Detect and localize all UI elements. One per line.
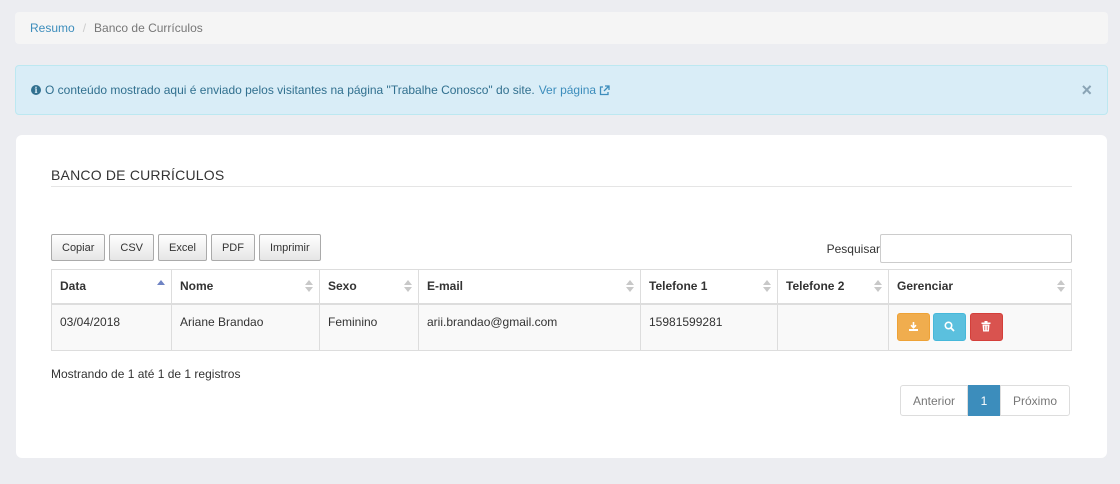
cell-telefone2 xyxy=(777,303,889,351)
download-icon xyxy=(909,322,918,331)
panel-title: BANCO DE CURRÍCULOS xyxy=(51,167,225,183)
sort-icon xyxy=(1057,280,1065,294)
search-label: Pesquisar xyxy=(826,241,880,256)
copy-button[interactable]: Copiar xyxy=(51,234,106,261)
search-box: Pesquisar xyxy=(827,234,1072,263)
col-header-sexo[interactable]: Sexo xyxy=(319,269,419,305)
col-header-label: Nome xyxy=(180,279,214,294)
col-header-telefone1[interactable]: Telefone 1 xyxy=(640,269,778,305)
sort-icon xyxy=(626,280,634,294)
breadcrumb-home-link[interactable]: Resumo xyxy=(30,21,75,35)
print-button[interactable]: Imprimir xyxy=(258,234,321,261)
col-header-label: E-mail xyxy=(427,279,464,294)
cell-telefone1: 15981599281 xyxy=(640,303,778,351)
pdf-button[interactable]: PDF xyxy=(210,234,255,261)
search-input[interactable] xyxy=(880,234,1072,263)
col-header-label: Gerenciar xyxy=(897,279,954,294)
panel-divider xyxy=(51,186,1072,187)
sort-asc-icon xyxy=(157,280,165,294)
curriculos-panel: BANCO DE CURRÍCULOS Copiar CSV Excel PDF… xyxy=(16,135,1107,458)
col-header-telefone2[interactable]: Telefone 2 xyxy=(777,269,889,305)
export-toolbar: Copiar CSV Excel PDF Imprimir xyxy=(51,234,325,261)
external-link-icon xyxy=(599,84,610,95)
alert-text: O conteúdo mostrado aqui é enviado pelos… xyxy=(45,83,535,97)
page-1-button[interactable]: 1 xyxy=(968,385,1000,416)
excel-button[interactable]: Excel xyxy=(158,234,207,261)
col-header-label: Data xyxy=(60,279,87,294)
col-header-email[interactable]: E-mail xyxy=(418,269,641,305)
breadcrumb-separator: / xyxy=(82,21,87,35)
table-row: 03/04/2018 Ariane Brandao Feminino arii.… xyxy=(51,303,1072,351)
curriculos-table: Data Nome Sexo E-mail Telefone 1 Telefon… xyxy=(51,269,1072,351)
previous-page-button[interactable]: Anterior xyxy=(900,385,968,416)
search-icon xyxy=(944,321,955,332)
breadcrumb-current: Banco de Currículos xyxy=(94,21,203,35)
col-header-label: Telefone 1 xyxy=(649,279,708,294)
info-circle-icon: i xyxy=(31,85,41,95)
sort-icon xyxy=(305,280,313,294)
col-header-label: Telefone 2 xyxy=(786,279,845,294)
sort-icon xyxy=(404,280,412,294)
view-page-link-label: Ver página xyxy=(538,83,597,97)
cell-actions xyxy=(888,303,1072,351)
sort-icon xyxy=(763,280,771,294)
col-header-nome[interactable]: Nome xyxy=(171,269,320,305)
next-page-button[interactable]: Próximo xyxy=(1000,385,1070,416)
col-header-label: Sexo xyxy=(328,279,357,294)
cell-nome: Ariane Brandao xyxy=(171,303,320,351)
col-header-gerenciar[interactable]: Gerenciar xyxy=(888,269,1072,305)
sort-icon xyxy=(874,280,882,294)
delete-button[interactable] xyxy=(969,312,1003,341)
col-header-data[interactable]: Data xyxy=(51,269,172,305)
cell-data: 03/04/2018 xyxy=(51,303,172,351)
info-alert: i O conteúdo mostrado aqui é enviado pel… xyxy=(15,65,1108,115)
breadcrumb: Resumo / Banco de Currículos xyxy=(15,12,1108,44)
csv-button[interactable]: CSV xyxy=(109,234,155,261)
table-info: Mostrando de 1 até 1 de 1 registros xyxy=(51,367,241,381)
alert-close-button[interactable]: × xyxy=(1081,81,1092,99)
pagination: Anterior 1 Próximo xyxy=(900,385,1070,416)
trash-icon xyxy=(981,321,991,332)
view-page-link[interactable]: Ver página xyxy=(539,83,610,97)
view-button[interactable] xyxy=(933,312,967,341)
download-button[interactable] xyxy=(897,312,930,341)
cell-email: arii.brandao@gmail.com xyxy=(418,303,641,351)
cell-sexo: Feminino xyxy=(319,303,419,351)
table-header-row: Data Nome Sexo E-mail Telefone 1 Telefon… xyxy=(51,269,1072,305)
